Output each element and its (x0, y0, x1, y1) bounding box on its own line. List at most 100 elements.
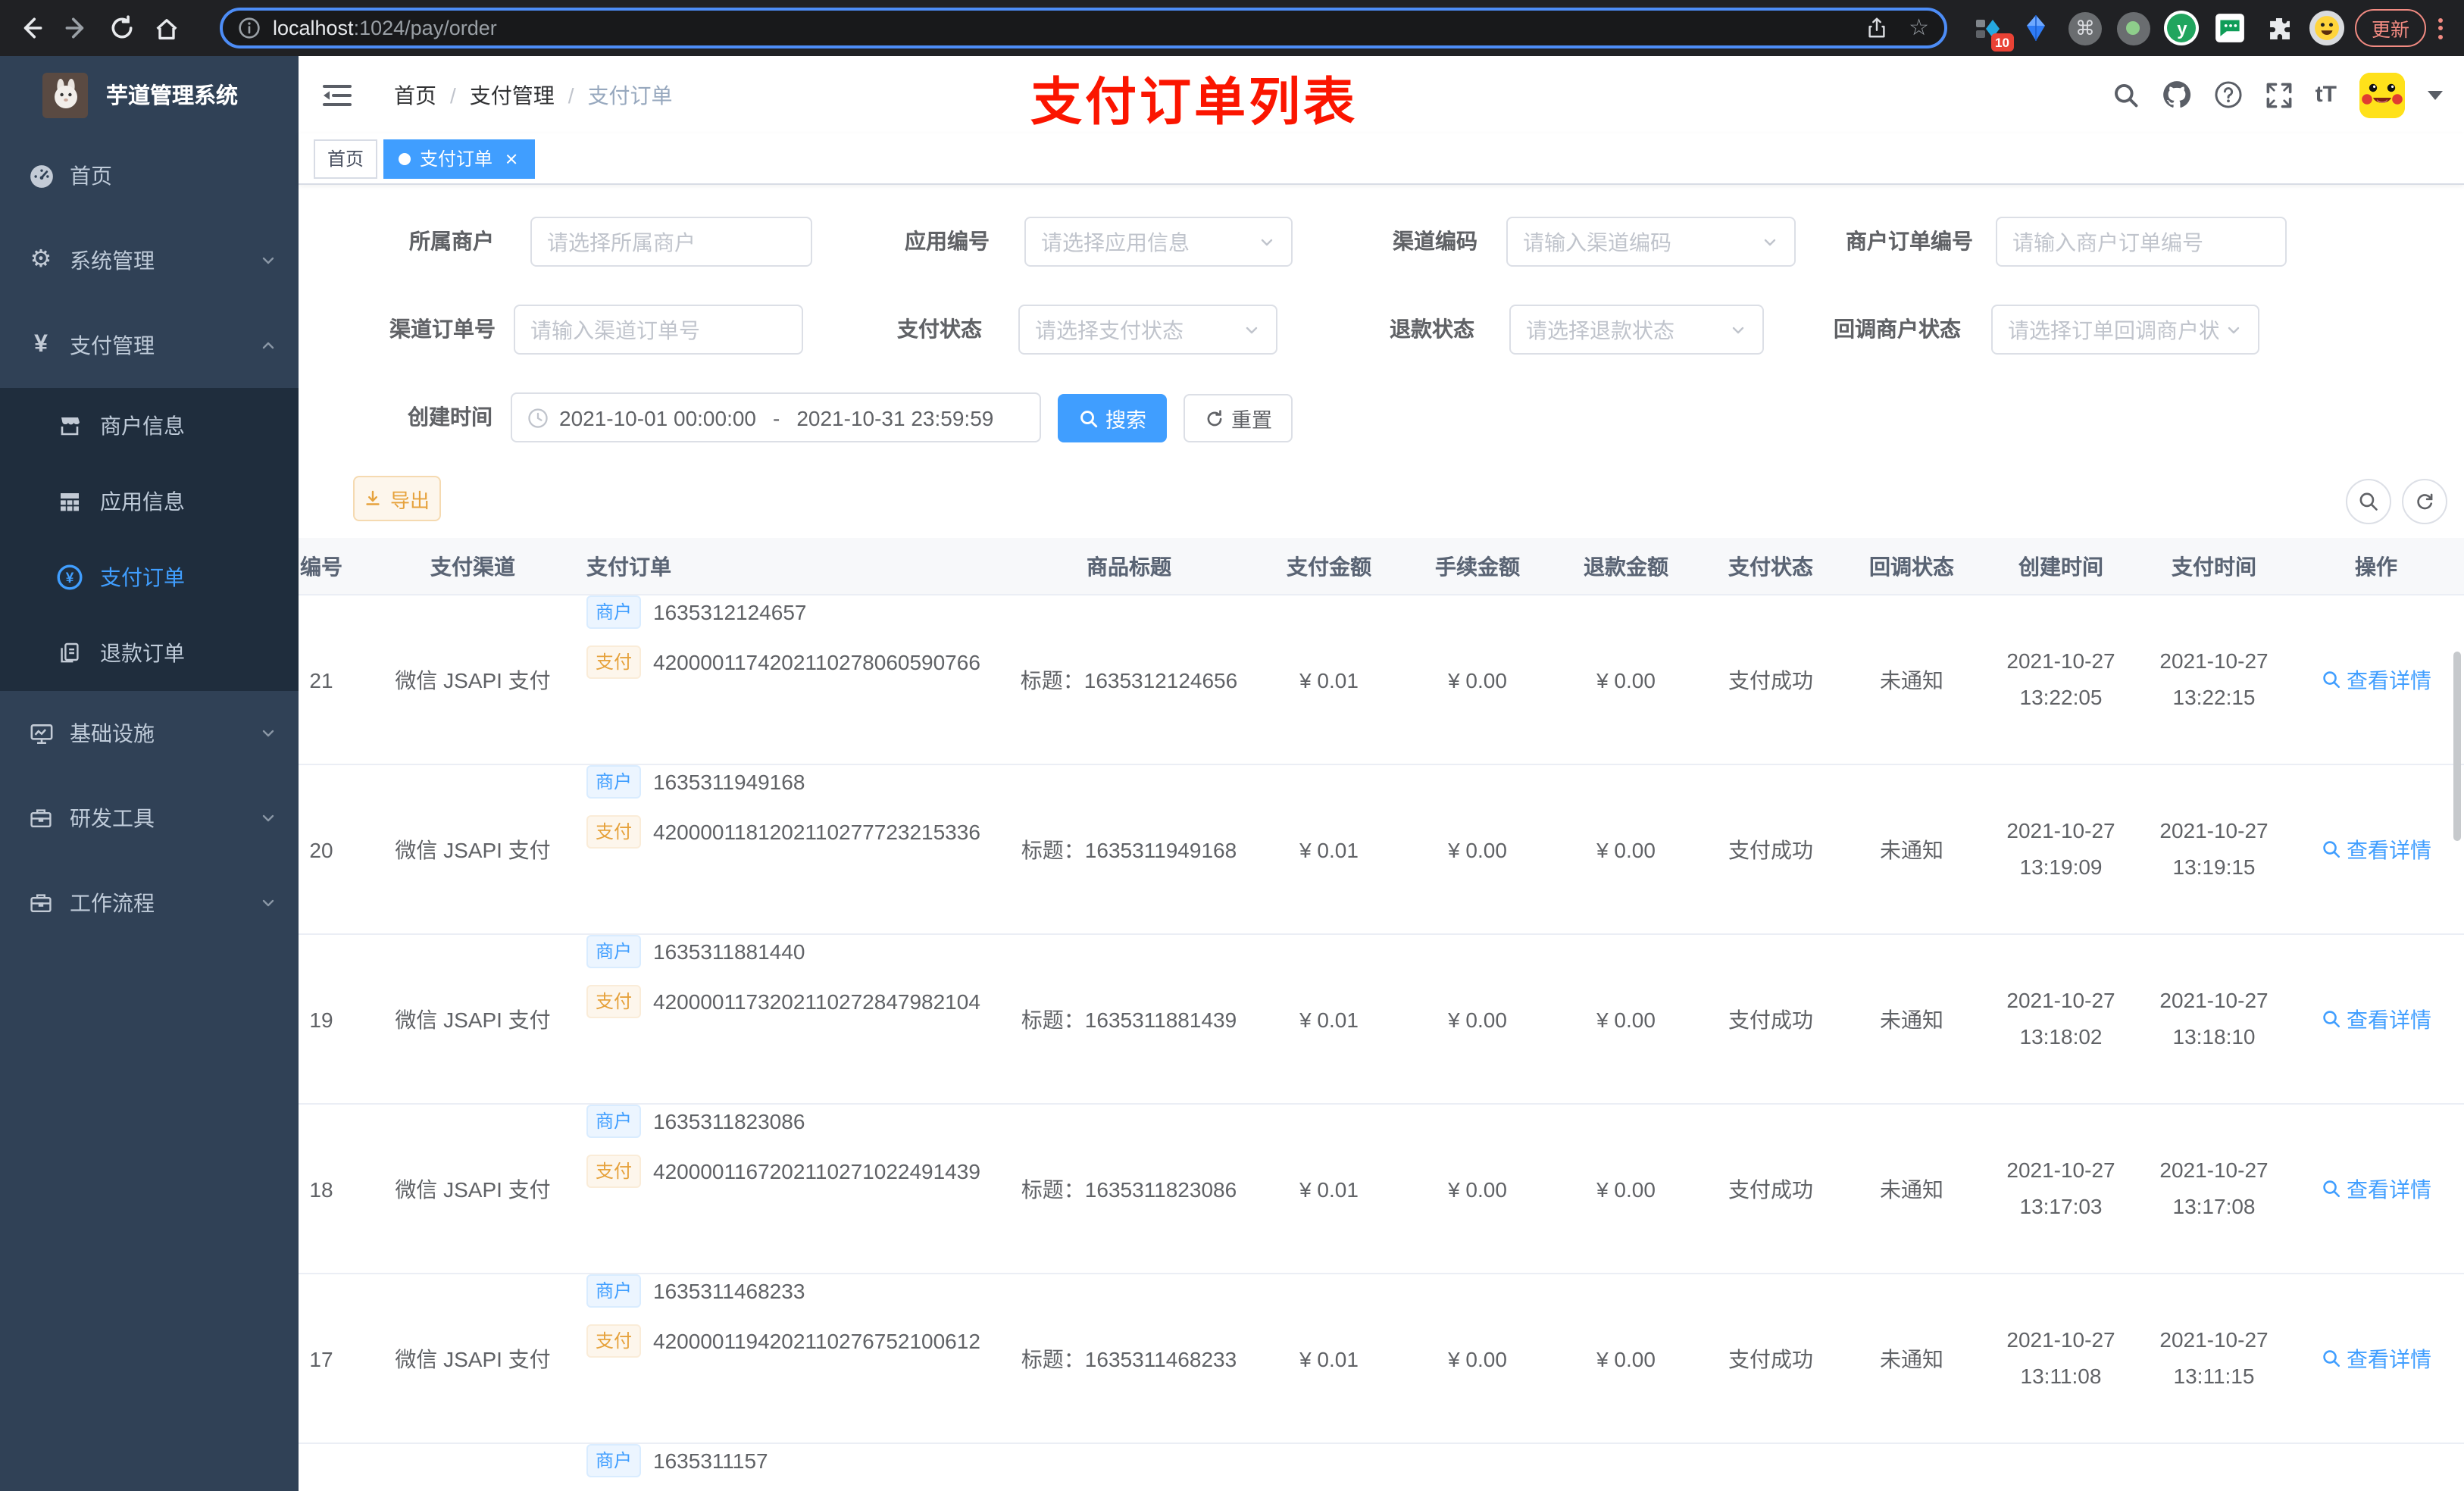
fullscreen-icon[interactable] (2265, 81, 2293, 108)
merchant-order-line: 商户 1635312124657 (586, 595, 807, 629)
filter-select-支付状态[interactable]: 请选择支付状态 (1018, 305, 1277, 355)
filter-input-商户订单编号[interactable]: 请输入商户订单编号 (1996, 217, 2287, 267)
merchant-order-line: 商户 1635311823086 (586, 1105, 805, 1138)
view-detail-link[interactable]: 查看详情 (2321, 1174, 2431, 1204)
cell-pay-order: 商户 1635311823086 支付 42000011672021102710224… (571, 1105, 1003, 1273)
filter-select-回调商户状态[interactable]: 请选择订单回调商户状态 (1991, 305, 2259, 355)
placeholder-text: 请选择应用信息 (1041, 230, 1190, 254)
browser-menu-icon[interactable] (2438, 17, 2443, 39)
export-button[interactable]: 导出 (353, 476, 441, 521)
clock-icon (527, 407, 549, 428)
create-clock: 13:17:03 (2019, 1194, 2103, 1218)
app-logo[interactable]: 芋道管理系统 (0, 56, 299, 133)
tab-首页[interactable]: 首页 (314, 139, 378, 178)
sidebar-item-工作流程[interactable]: 工作流程 (0, 861, 299, 946)
breadcrumb-home[interactable]: 首页 (394, 80, 436, 110)
column-header-创建时间: 创建时间 (2018, 554, 2103, 578)
sidebar-subitem-应用信息[interactable]: 应用信息 (0, 464, 299, 539)
profile-avatar-icon[interactable] (2308, 8, 2347, 48)
sidebar-item-研发工具[interactable]: 研发工具 (0, 776, 299, 861)
sidebar-collapse-icon[interactable] (323, 83, 352, 107)
sidebar: 芋道管理系统 首页 ⚙ 系统管理 ¥ 支付管理 商户信息 应用信息 ¥ 支付订单 退款订单 基础设施… (0, 56, 299, 1491)
bookmark-star-icon[interactable]: ☆ (1909, 17, 1929, 39)
dashboard-icon (27, 163, 55, 189)
create-date: 2021-10-27 (2006, 1158, 2115, 1182)
github-icon[interactable] (2162, 80, 2191, 109)
monitor-icon (27, 720, 55, 746)
filter-select-退款状态[interactable]: 请选择退款状态 (1509, 305, 1764, 355)
document-icon (55, 641, 85, 665)
extension-y-icon[interactable]: y (2162, 8, 2202, 48)
address-bar[interactable]: localhost:1024/pay/order ☆ (220, 8, 1947, 48)
column-header-回调状态: 回调状态 (1869, 554, 1954, 578)
cell-id: 20 (309, 837, 333, 861)
cell-pay-order: 商户 1635311949168 支付 42000011812021102777232… (571, 765, 1003, 933)
cell-channel: 微信 JSAPI 支付 (395, 1177, 551, 1201)
view-detail-link[interactable]: 查看详情 (2321, 1004, 2431, 1034)
show-search-toggle-button[interactable] (2346, 479, 2391, 524)
cell-create-time (1982, 1444, 2140, 1491)
filter-select-渠道编码[interactable]: 请输入渠道编码 (1506, 217, 1796, 267)
filter-input-所属商户[interactable]: 请选择所属商户 (530, 217, 812, 267)
pay-date: 2021-10-27 (2159, 1158, 2269, 1182)
table-row: 19 微信 JSAPI 支付 商户 1635311881440 支付 4200001173… (299, 935, 2464, 1105)
browser-reload-icon[interactable] (98, 5, 144, 51)
refresh-table-button[interactable] (2402, 479, 2447, 524)
help-icon[interactable] (2214, 80, 2243, 109)
pay-order-no: 4200001181202110277723215336 (653, 820, 980, 844)
merchant-order-line: 商户 1635311949168 (586, 765, 805, 799)
pay-date: 2021-10-27 (2159, 649, 2269, 673)
tab-label: 支付订单 (420, 148, 493, 169)
page-scrollbar-thumb[interactable] (2453, 652, 2461, 841)
pay-order-no: 4200001173202110272847982104 (653, 989, 980, 1014)
extensions-puzzle-icon[interactable] (2259, 8, 2299, 48)
create-time-range-picker[interactable]: 2021-10-01 00:00:00 - 2021-10-31 23:59:5… (511, 392, 1041, 442)
cell-create-time: 2021-10-27 13:18:02 (1982, 935, 2140, 1103)
share-icon[interactable] (1865, 17, 1887, 39)
sidebar-item-首页[interactable]: 首页 (0, 133, 299, 218)
chevron-down-icon (259, 724, 277, 742)
extension-recorder-icon[interactable] (2114, 8, 2153, 48)
filter-input-渠道订单号[interactable]: 请输入渠道订单号 (514, 305, 803, 355)
view-detail-link[interactable]: 查看详情 (2321, 664, 2431, 695)
extension-kite-icon[interactable] (2017, 8, 2056, 48)
cell-channel: 微信 JSAPI 支付 (395, 1346, 551, 1371)
avatar-dropdown-icon[interactable] (2428, 90, 2443, 99)
view-detail-link[interactable]: 查看详情 (2321, 1343, 2431, 1374)
header-search-icon[interactable] (2112, 81, 2140, 108)
browser-forward-icon[interactable] (53, 5, 98, 51)
sidebar-item-基础设施[interactable]: 基础设施 (0, 691, 299, 776)
sidebar-subitem-退款订单[interactable]: 退款订单 (0, 615, 299, 691)
annotation-title: 支付订单列表 (1030, 74, 1358, 132)
extension-tag-manager-icon[interactable]: 10 (1968, 8, 2014, 51)
grid-icon (55, 489, 85, 514)
cell-notify-status: 未通知 (1880, 667, 1943, 692)
site-info-icon[interactable] (238, 17, 261, 39)
view-detail-link[interactable]: 查看详情 (2321, 834, 2431, 864)
extension-command-icon[interactable]: ⌘ (2065, 8, 2105, 48)
cell-pay-time: 2021-10-27 13:17:08 (2140, 1105, 2288, 1273)
create-date: 2021-10-27 (2006, 649, 2115, 673)
reset-button[interactable]: 重置 (1184, 394, 1293, 442)
cell-title: 标题：1635311881439 (1021, 1007, 1237, 1031)
cell-pay-time (2140, 1444, 2288, 1491)
close-tab-icon[interactable] (502, 149, 520, 167)
browser-update-button[interactable]: 更新 (2354, 9, 2426, 47)
extension-chat-icon[interactable] (2211, 8, 2250, 48)
sidebar-item-支付管理[interactable]: ¥ 支付管理 (0, 303, 299, 388)
filter-select-应用编号[interactable]: 请选择应用信息 (1024, 217, 1293, 267)
cell-pay-order: 商户 1635311468233 支付 42000011942021102767521… (571, 1274, 1003, 1443)
breadcrumb-pay-manage[interactable]: 支付管理 (470, 80, 555, 110)
create-date: 2021-10-27 (2006, 818, 2115, 842)
gear-icon: ⚙ (30, 247, 52, 273)
user-avatar[interactable] (2359, 72, 2405, 117)
tab-支付订单[interactable]: 支付订单 (383, 139, 536, 178)
sidebar-item-系统管理[interactable]: ⚙ 系统管理 (0, 218, 299, 303)
sidebar-subitem-商户信息[interactable]: 商户信息 (0, 388, 299, 464)
font-size-icon[interactable]: tT (2315, 82, 2337, 108)
sidebar-subitem-支付订单[interactable]: ¥ 支付订单 (0, 539, 299, 615)
browser-back-icon[interactable] (8, 5, 53, 51)
pay-clock: 13:11:15 (2173, 1364, 2255, 1388)
browser-home-icon[interactable] (144, 5, 189, 51)
search-button[interactable]: 搜索 (1058, 394, 1167, 442)
